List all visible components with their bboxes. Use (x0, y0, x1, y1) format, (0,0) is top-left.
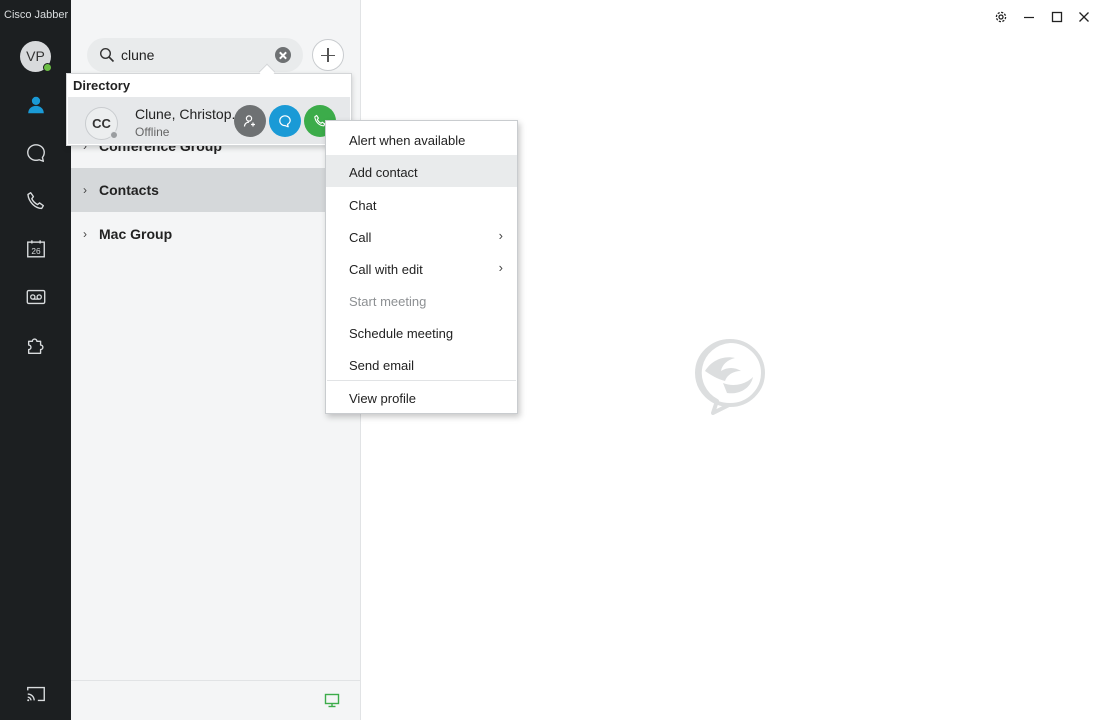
contact-initials: CC (92, 116, 111, 131)
maximize-icon[interactable] (1048, 8, 1066, 26)
clear-search-icon[interactable] (275, 47, 291, 63)
menu-item-schedule-meeting[interactable]: Schedule meeting (326, 316, 517, 348)
menu-item-call[interactable]: Call › (326, 220, 517, 252)
app-title: Cisco Jabber (4, 9, 69, 21)
nav-rail: Cisco Jabber VP 26 (0, 0, 71, 720)
group-contacts[interactable]: › Contacts (71, 168, 361, 212)
contact-context-menu: Alert when available Add contact Chat Ca… (325, 120, 518, 414)
contacts-icon[interactable] (24, 93, 48, 117)
contact-avatar: CC (85, 107, 118, 140)
close-icon[interactable] (1075, 8, 1093, 26)
presence-indicator (43, 63, 52, 72)
menu-item-alert-when-available[interactable]: Alert when available (326, 123, 517, 155)
contact-status: Offline (135, 125, 170, 139)
menu-item-label: Call (349, 230, 372, 245)
pane-footer (71, 680, 361, 720)
settings-gear-icon[interactable] (992, 8, 1010, 26)
chat-icon (279, 115, 291, 128)
jabber-logo-icon (695, 339, 765, 415)
menu-item-label: Add contact (349, 165, 418, 180)
menu-item-view-profile[interactable]: View profile (326, 381, 517, 413)
minimize-icon[interactable] (1020, 8, 1038, 26)
contact-presence-indicator (110, 131, 118, 139)
menu-item-label: Start meeting (349, 294, 427, 309)
chats-icon[interactable] (24, 141, 48, 165)
calendar-day: 26 (31, 247, 41, 256)
group-mac[interactable]: › Mac Group (71, 212, 361, 256)
menu-item-add-contact[interactable]: Add contact (326, 155, 517, 187)
menu-item-label: Alert when available (349, 133, 466, 148)
menu-item-label: Call with edit (349, 262, 423, 277)
group-label: Mac Group (99, 226, 173, 242)
add-person-icon (243, 115, 255, 127)
group-label: Contacts (99, 182, 159, 198)
voicemail-icon[interactable] (24, 285, 48, 309)
chat-button[interactable] (269, 105, 301, 137)
chevron-right-icon: › (83, 183, 87, 197)
calendar-icon[interactable]: 26 (24, 237, 48, 261)
add-contact-button[interactable] (312, 39, 344, 71)
search-icon (99, 47, 115, 63)
menu-item-call-with-edit[interactable]: Call with edit › (326, 252, 517, 284)
directory-result[interactable]: CC Clune, Christop... Offline (68, 97, 350, 144)
cast-icon[interactable] (24, 682, 48, 706)
calls-icon[interactable] (24, 189, 48, 213)
desk-phone-icon[interactable] (324, 693, 340, 708)
chevron-right-icon: › (83, 227, 87, 241)
menu-item-label: Send email (349, 358, 415, 373)
menu-item-label: View profile (349, 391, 416, 406)
menu-item-send-email[interactable]: Send email (326, 348, 517, 380)
search-input[interactable]: clune (121, 47, 154, 63)
submenu-chevron-icon: › (498, 260, 503, 275)
contact-name: Clune, Christop... (135, 106, 244, 122)
menu-item-label: Schedule meeting (349, 326, 454, 341)
menu-item-start-meeting: Start meeting (326, 284, 517, 316)
user-avatar[interactable]: VP (20, 41, 52, 72)
plugins-icon[interactable] (24, 333, 48, 357)
add-person-button[interactable] (234, 105, 266, 137)
user-initials: VP (26, 48, 45, 64)
menu-item-label: Chat (349, 198, 377, 213)
directory-popup: Directory CC Clune, Christop... Offline (66, 73, 352, 146)
directory-title: Directory (73, 78, 131, 93)
submenu-chevron-icon: › (498, 228, 503, 243)
menu-item-chat[interactable]: Chat (326, 188, 517, 220)
